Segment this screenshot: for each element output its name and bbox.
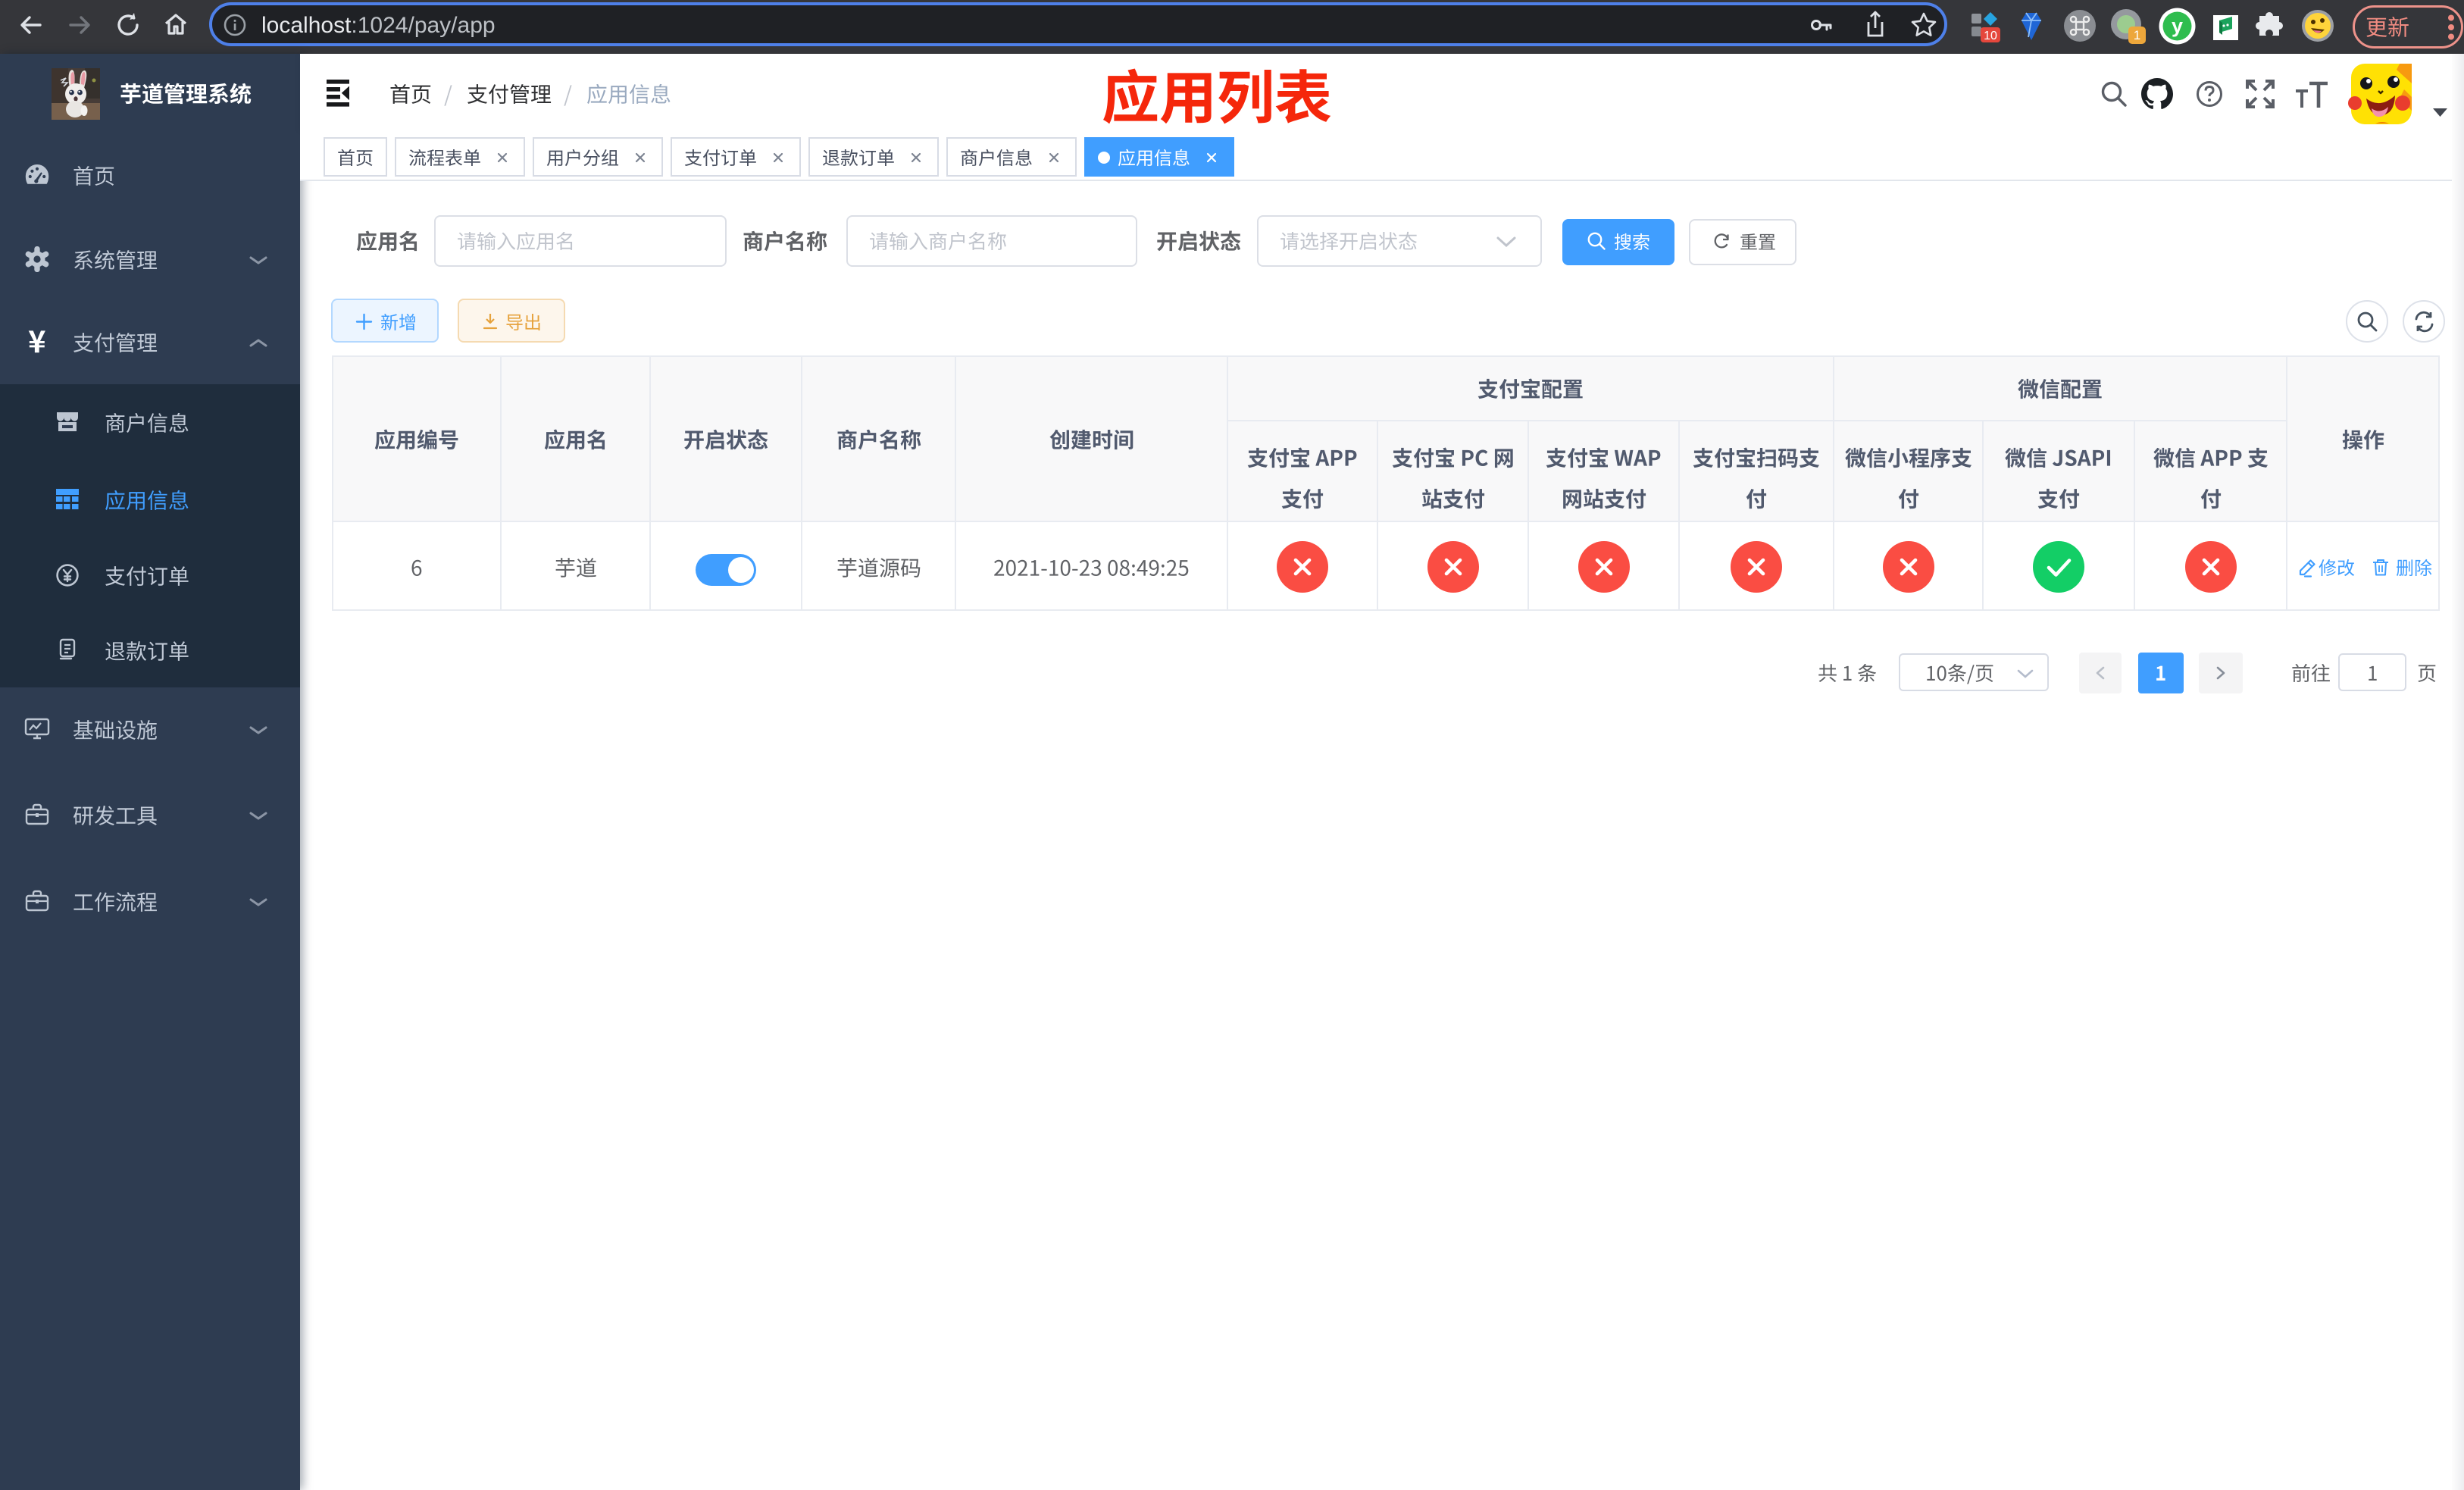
svg-text:1: 1 <box>2134 28 2140 42</box>
svg-text:10: 10 <box>1984 30 1997 42</box>
svg-text:y: y <box>2172 14 2183 37</box>
